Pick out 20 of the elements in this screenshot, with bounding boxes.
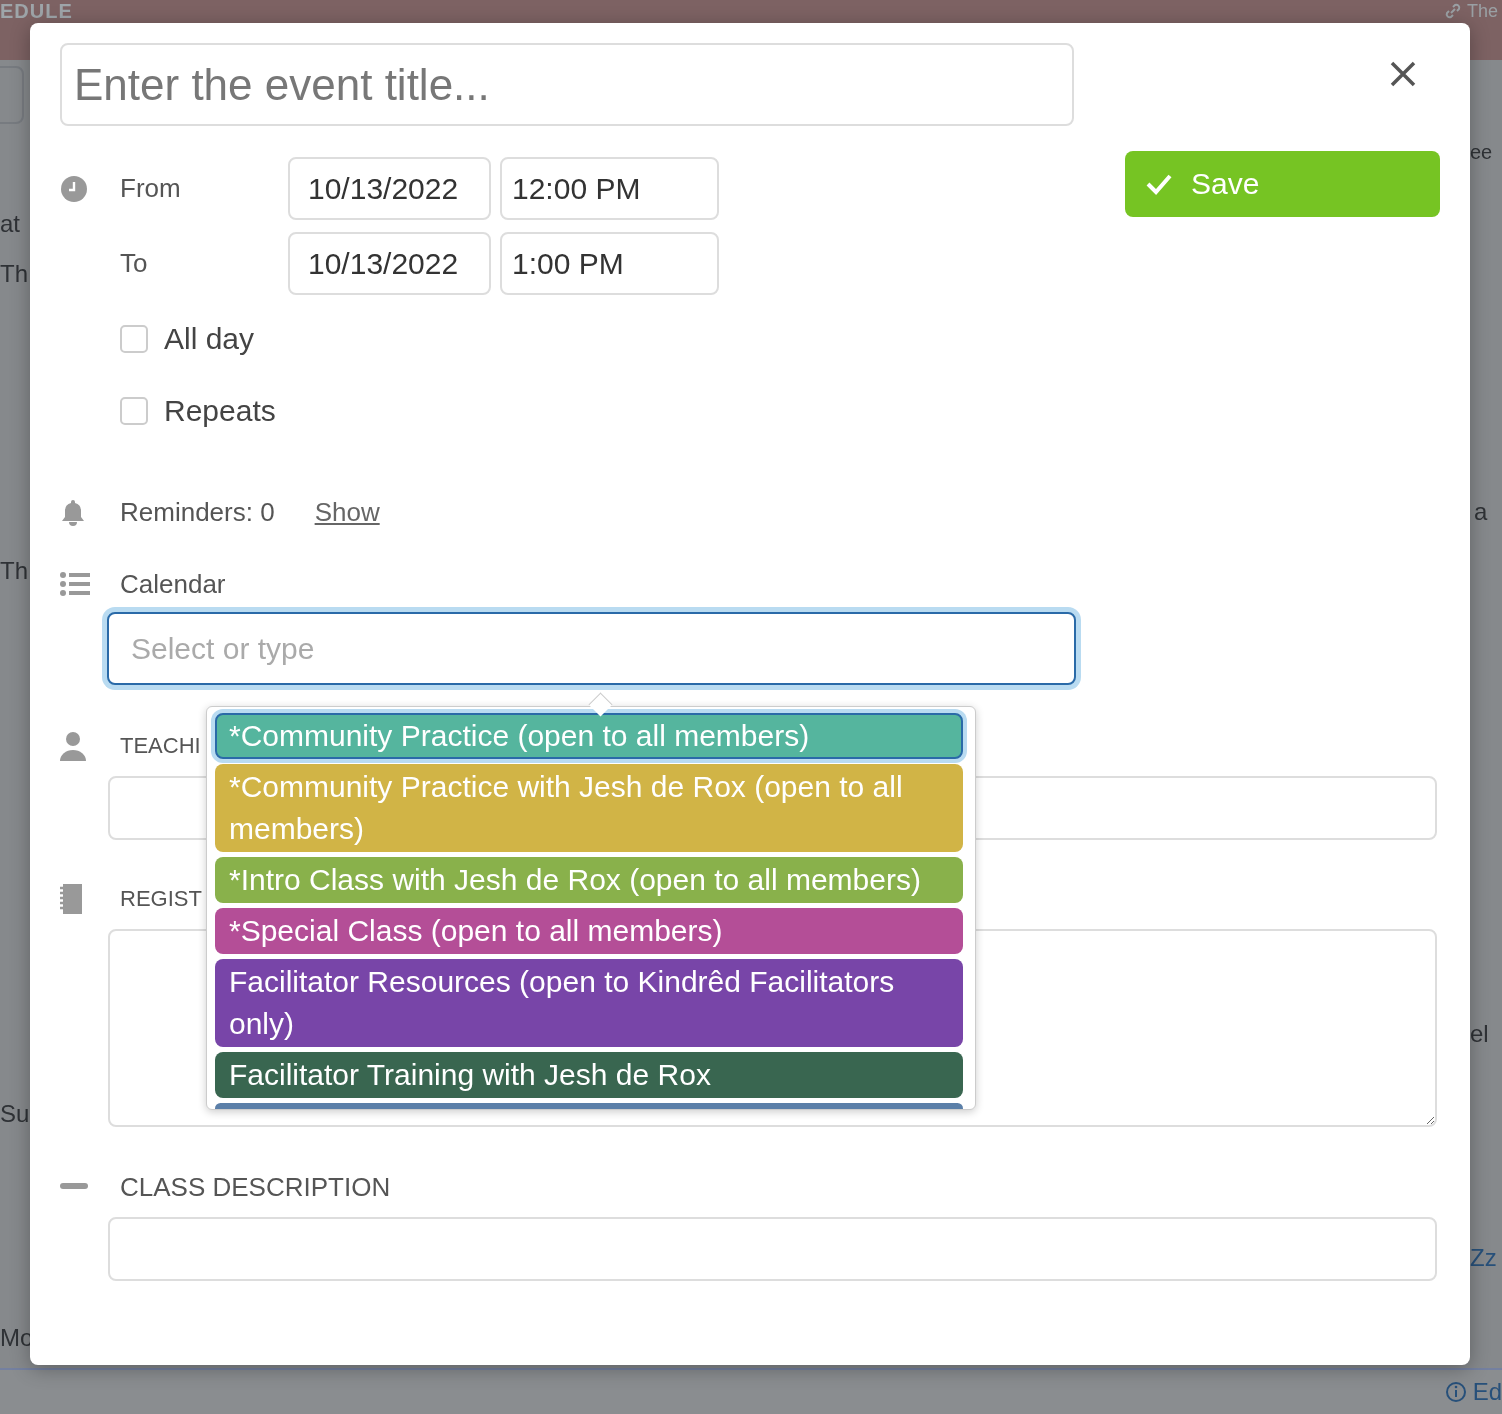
background-text: Th <box>0 557 28 585</box>
field-label: CLASS DESCRIPTION <box>120 1171 391 1203</box>
page-heading: EDULE <box>0 0 73 22</box>
field-label: To <box>120 248 149 279</box>
reminders-label: Reminders: 0 <box>120 496 275 528</box>
background-text: Zz <box>1470 1244 1497 1272</box>
field-label: From <box>120 173 182 204</box>
background-text: ee <box>1470 140 1493 165</box>
background-text: el <box>1470 1020 1489 1048</box>
background-text: Ed <box>1472 1378 1502 1406</box>
field-label: REGIST <box>120 886 202 912</box>
field-label: TEACHI <box>120 733 201 759</box>
background-text: Th <box>0 260 28 288</box>
background-text: at <box>0 210 20 238</box>
background-text: The <box>1466 0 1498 22</box>
background-text: a <box>1474 498 1488 526</box>
field-label: Calendar <box>120 568 226 600</box>
background-text: Su <box>0 1100 30 1128</box>
checkbox-label: All day <box>164 322 255 356</box>
checkbox-label: Repeats <box>164 394 276 428</box>
